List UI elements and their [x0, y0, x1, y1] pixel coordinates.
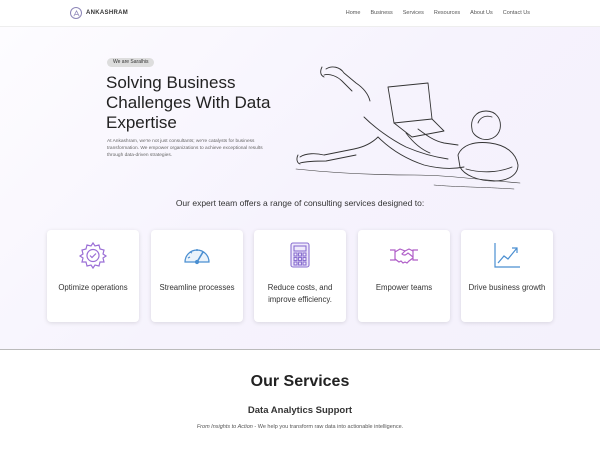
hero-description: At Ankashram, we're not just consultants…	[107, 139, 263, 159]
brand-name: ANKASHRAM	[86, 10, 129, 16]
card-label: Optimize operations	[58, 283, 128, 292]
handshake-icon	[390, 248, 418, 264]
top-navbar: ANKASHRAM Home Business Services Resourc…	[0, 0, 600, 27]
hero-title: Solving Business Challenges With Data Ex…	[106, 73, 271, 132]
card-label: Drive business growth	[468, 283, 546, 292]
card-label: Reduce costs, and improve efficiency.	[267, 283, 333, 304]
hero-pill-badge: We are Saralhis	[107, 58, 155, 67]
services-intro-text: Our expert team offers a range of consul…	[175, 198, 425, 208]
card-drive-growth[interactable]: Drive business growth	[461, 230, 553, 322]
card-empower-teams[interactable]: Empower teams	[358, 230, 450, 322]
calculator-icon	[290, 242, 310, 268]
brand-logo[interactable]: ANKASHRAM	[70, 7, 128, 19]
services-title: Our Services	[250, 373, 350, 390]
services-tagline: From Insights to Action	[196, 424, 253, 430]
card-streamline-processes[interactable]: Streamline processes	[151, 230, 243, 322]
services-subtitle: Data Analytics Support	[247, 405, 353, 416]
nav-contact-us[interactable]: Contact Us	[503, 10, 530, 16]
growth-chart-icon	[494, 243, 520, 268]
nav-resources[interactable]: Resources	[434, 10, 460, 16]
speedometer-icon	[184, 249, 210, 265]
card-label: Streamline processes	[159, 283, 235, 292]
person-lying-with-laptop-illustration	[295, 66, 521, 190]
nav-about-us[interactable]: About Us	[470, 10, 493, 16]
card-label: Empower teams	[375, 283, 433, 292]
card-reduce-costs[interactable]: Reduce costs, and improve efficiency.	[254, 230, 346, 322]
nav-services[interactable]: Services	[403, 10, 424, 16]
hero-section: We are Saralhis Solving Business Challen…	[0, 27, 600, 350]
services-description: From Insights to Action - We help you tr…	[0, 424, 600, 430]
card-optimize-operations[interactable]: Optimize operations	[47, 230, 139, 322]
gear-check-icon	[78, 241, 108, 270]
nav-business[interactable]: Business	[370, 10, 392, 16]
logo-icon	[70, 7, 82, 19]
nav-home[interactable]: Home	[346, 10, 361, 16]
services-description-text: - We help you transform raw data into ac…	[252, 424, 404, 430]
benefit-cards: Optimize operations Streamline processes…	[47, 230, 553, 322]
nav-menu: Home Business Services Resources About U…	[346, 10, 530, 16]
